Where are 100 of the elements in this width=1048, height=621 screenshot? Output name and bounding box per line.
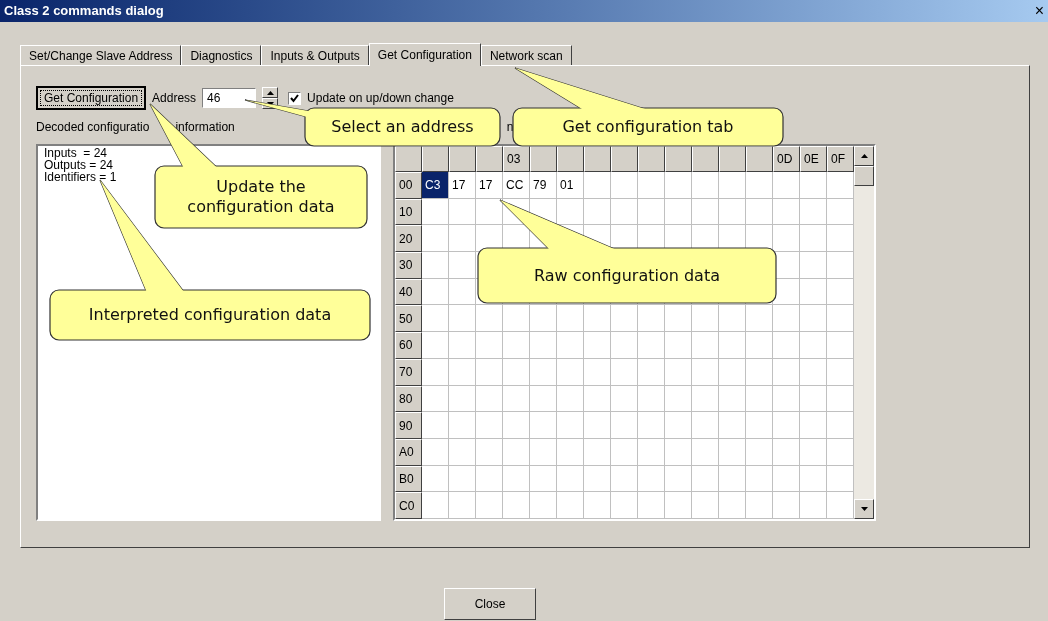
- grid-cell[interactable]: [422, 412, 449, 439]
- get-configuration-button[interactable]: Get Configuration: [36, 86, 147, 110]
- grid-cell[interactable]: [692, 332, 719, 359]
- grid-cell[interactable]: [422, 305, 449, 333]
- grid-cell[interactable]: [422, 465, 449, 493]
- grid-cell[interactable]: [665, 198, 692, 226]
- grid-cell[interactable]: 17: [476, 172, 503, 199]
- tab[interactable]: Diagnostics: [181, 45, 262, 65]
- grid-cell[interactable]: [503, 305, 530, 333]
- grid-cell[interactable]: [449, 358, 476, 386]
- grid-cell[interactable]: [638, 465, 665, 493]
- grid-cell[interactable]: [476, 492, 503, 519]
- grid-cell[interactable]: [422, 252, 449, 279]
- grid-cell[interactable]: [584, 438, 611, 466]
- grid-cell[interactable]: [719, 492, 746, 519]
- grid-cell[interactable]: [800, 492, 827, 519]
- grid-cell[interactable]: [476, 438, 503, 466]
- grid-cell[interactable]: [773, 198, 800, 226]
- grid-cell[interactable]: [746, 385, 773, 413]
- grid-cell[interactable]: [611, 385, 638, 413]
- grid-cell[interactable]: [422, 492, 449, 519]
- grid-cell[interactable]: 01: [557, 172, 584, 199]
- grid-cell[interactable]: [611, 332, 638, 359]
- grid-cell[interactable]: [449, 465, 476, 493]
- scrollbar[interactable]: [854, 146, 874, 519]
- grid-cell[interactable]: [638, 438, 665, 466]
- grid-cell[interactable]: [503, 358, 530, 386]
- grid-cell[interactable]: [746, 465, 773, 493]
- grid-cell[interactable]: [773, 385, 800, 413]
- grid-cell[interactable]: [557, 412, 584, 439]
- grid-cell[interactable]: [557, 385, 584, 413]
- grid-cell[interactable]: [800, 465, 827, 493]
- grid-cell[interactable]: [800, 198, 827, 226]
- grid-cell[interactable]: [665, 492, 692, 519]
- grid-cell[interactable]: [719, 358, 746, 386]
- grid-cell[interactable]: [530, 385, 557, 413]
- grid-cell[interactable]: [449, 278, 476, 306]
- grid-cell[interactable]: [665, 305, 692, 333]
- checkbox[interactable]: [288, 91, 302, 105]
- grid-cell[interactable]: [665, 412, 692, 439]
- grid-cell[interactable]: [611, 172, 638, 199]
- grid-cell[interactable]: [692, 438, 719, 466]
- grid-cell[interactable]: [557, 332, 584, 359]
- grid-cell[interactable]: [773, 332, 800, 359]
- grid-cell[interactable]: [422, 198, 449, 226]
- grid-cell[interactable]: [773, 305, 800, 333]
- grid-cell[interactable]: [692, 172, 719, 199]
- tab[interactable]: Set/Change Slave Address: [20, 45, 182, 65]
- grid-cell[interactable]: [746, 305, 773, 333]
- grid-cell[interactable]: [584, 412, 611, 439]
- close-button[interactable]: Close: [444, 588, 536, 620]
- grid-cell[interactable]: [692, 305, 719, 333]
- grid-cell[interactable]: [638, 332, 665, 359]
- grid-cell[interactable]: [530, 332, 557, 359]
- grid-cell[interactable]: [665, 172, 692, 199]
- grid-cell[interactable]: [422, 225, 449, 253]
- grid-cell[interactable]: [638, 358, 665, 386]
- grid-cell[interactable]: [422, 332, 449, 359]
- grid-cell[interactable]: [692, 492, 719, 519]
- grid-cell[interactable]: 17: [449, 172, 476, 199]
- grid-cell[interactable]: [746, 412, 773, 439]
- grid-cell[interactable]: [638, 172, 665, 199]
- grid-cell[interactable]: [665, 332, 692, 359]
- grid-cell[interactable]: [584, 358, 611, 386]
- grid-cell[interactable]: [584, 332, 611, 359]
- grid-cell[interactable]: [611, 412, 638, 439]
- address-field[interactable]: 46: [202, 88, 257, 108]
- grid-cell[interactable]: [719, 385, 746, 413]
- grid-cell[interactable]: [773, 492, 800, 519]
- grid-cell[interactable]: [449, 438, 476, 466]
- grid-cell[interactable]: [719, 438, 746, 466]
- grid-cell[interactable]: [584, 385, 611, 413]
- grid-cell[interactable]: [800, 358, 827, 386]
- grid-cell[interactable]: [422, 278, 449, 306]
- grid-cell[interactable]: [611, 358, 638, 386]
- grid-cell[interactable]: [800, 278, 827, 306]
- grid-cell[interactable]: [449, 492, 476, 519]
- grid-cell[interactable]: [773, 172, 800, 199]
- grid-cell[interactable]: [422, 438, 449, 466]
- grid-cell[interactable]: [449, 225, 476, 253]
- scroll-up-button[interactable]: [854, 146, 874, 166]
- grid-cell[interactable]: [449, 252, 476, 279]
- grid-cell[interactable]: [449, 305, 476, 333]
- grid-cell[interactable]: [746, 198, 773, 226]
- grid-cell[interactable]: [503, 332, 530, 359]
- grid-cell[interactable]: [800, 438, 827, 466]
- grid-cell[interactable]: [665, 385, 692, 413]
- grid-cell[interactable]: [719, 198, 746, 226]
- grid-cell[interactable]: [773, 465, 800, 493]
- grid-cell[interactable]: [611, 198, 638, 226]
- grid-cell[interactable]: [746, 358, 773, 386]
- grid-cell[interactable]: [719, 305, 746, 333]
- grid-cell[interactable]: [449, 412, 476, 439]
- grid-cell[interactable]: [476, 332, 503, 359]
- grid-cell[interactable]: [611, 438, 638, 466]
- grid-cell[interactable]: [611, 305, 638, 333]
- grid-cell[interactable]: [800, 412, 827, 439]
- grid-cell[interactable]: [719, 412, 746, 439]
- grid-cell[interactable]: [665, 465, 692, 493]
- grid-cell[interactable]: [584, 172, 611, 199]
